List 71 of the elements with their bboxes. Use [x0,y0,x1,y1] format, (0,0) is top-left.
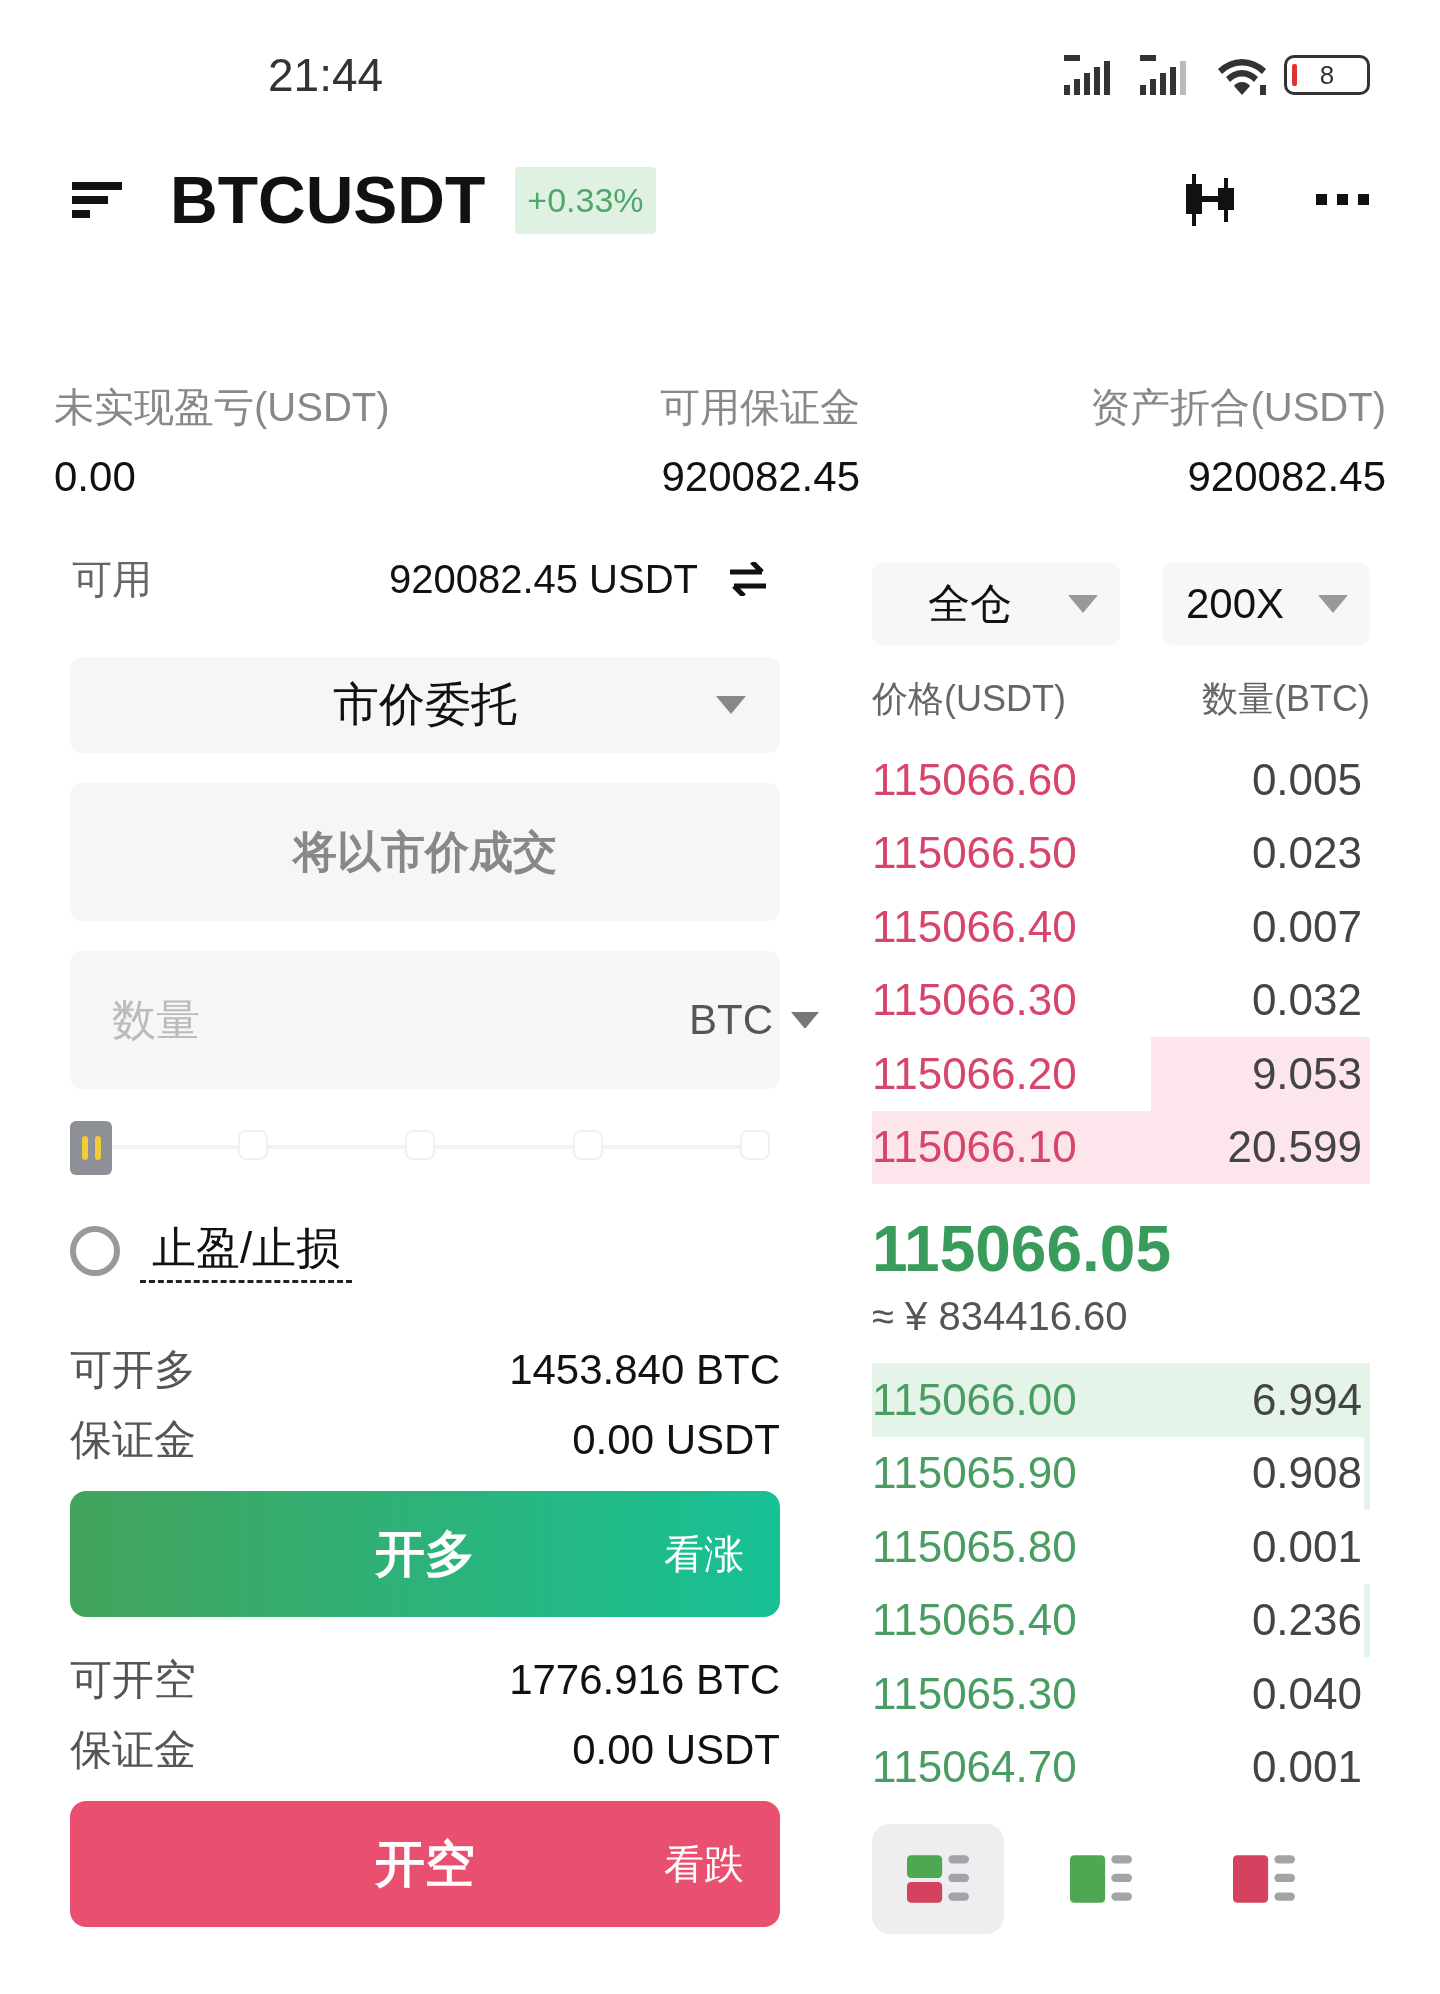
layout-toggle[interactable] [872,1824,1004,1934]
price-text[interactable]: 115064.70 [872,1742,1077,1793]
clock-time: 21:44 [268,48,384,102]
caret-icon [1068,595,1098,613]
battery-icon: 8 [1284,55,1370,95]
price-field[interactable]: 将以市价成交 [70,783,780,921]
amount-text: 20.599 [1227,1122,1362,1173]
price-text[interactable]: 115066.60 [872,754,1077,805]
stat-value: 920082.45 [1187,453,1386,501]
info-label: 保证金 [70,1415,196,1465]
amount-text: 0.007 [1251,901,1362,952]
amount-text: 0.023 [1251,828,1362,879]
stat-label: 可用保证金 [660,384,860,431]
stat-value: 920082.45 [661,453,860,501]
last-price-cny: ≈ ¥ 834416.60 [872,1294,1129,1339]
amount-text: 0.001 [1251,1521,1362,1572]
stat-label: 资产折合(USDT) [1090,384,1386,431]
price-text[interactable]: 115066.40 [872,901,1077,952]
info-value: 0.00 USDT [572,1726,780,1774]
amount-text: 0.005 [1251,754,1362,805]
price-text[interactable]: 115066.00 [872,1374,1077,1425]
amount-text: 9.053 [1251,1048,1362,1099]
slider-thumb[interactable] [70,1121,112,1175]
menu-icon[interactable] [72,182,124,218]
price-text[interactable]: 115066.50 [872,828,1077,879]
amount-text: 0.001 [1251,1742,1362,1793]
price-input[interactable]: 将以市价成交 [70,826,780,878]
more-icon[interactable] [1316,194,1370,206]
order-book-layout-icon [1233,1853,1295,1905]
order-book-layout-icon [1070,1853,1132,1905]
open-long-button[interactable]: 开多 看涨 [70,1491,780,1617]
column-header: 价格(USDT) [872,676,1066,721]
last-price: 115066.05 [872,1212,1172,1286]
order-book-layout-icon [907,1853,969,1905]
price-text[interactable]: 115066.10 [872,1122,1077,1173]
caret-icon [791,1011,819,1029]
price-text[interactable]: 115066.30 [872,975,1077,1026]
transfer-icon[interactable] [728,562,768,596]
tp-sl-label[interactable]: 止盈/止损 [140,1219,353,1283]
info-label: 可开空 [70,1655,196,1705]
available-value: 920082.45 USDT [388,556,698,602]
amount-text: 0.236 [1251,1595,1362,1646]
stat-value: 0.00 [54,453,137,501]
column-header: 数量(BTC) [1202,676,1370,721]
price-text[interactable]: 115065.90 [872,1448,1077,1499]
info-value: 0.00 USDT [572,1416,780,1464]
amount-text: 0.040 [1251,1668,1362,1719]
info-label: 保证金 [70,1725,196,1775]
amount-text: 0.908 [1251,1448,1362,1499]
available-label: 可用 [72,555,152,603]
unit-text[interactable]: BTC [689,996,773,1044]
caret-icon [716,696,746,714]
info-value: 1453.840 BTC [509,1346,780,1394]
caret-icon [1318,595,1348,613]
price-change-badge: +0.33% [515,166,656,234]
price-text[interactable]: 115065.40 [872,1595,1077,1646]
open-short-button[interactable]: 开空 看跌 [70,1801,780,1927]
order-type-dropdown[interactable]: 市价委托 [70,657,780,753]
leverage-dropdown[interactable]: 200X [1162,563,1370,645]
price-text[interactable]: 115066.20 [872,1048,1077,1099]
price-text[interactable]: 115065.80 [872,1521,1077,1572]
radio-button[interactable] [70,1226,120,1276]
price-text[interactable]: 115065.30 [872,1668,1077,1719]
margin-mode-dropdown[interactable]: 全仓 [872,563,1120,645]
amount-text: 0.032 [1251,975,1362,1026]
quantity-input[interactable]: 数量 [110,994,689,1046]
info-label: 可开多 [70,1345,196,1395]
amount-text: 6.994 [1251,1374,1362,1425]
symbol-title[interactable]: BTCUSDT [170,162,486,238]
info-value: 1776.916 BTC [509,1656,780,1704]
stat-label: 未实现盈亏(USDT) [54,384,390,431]
